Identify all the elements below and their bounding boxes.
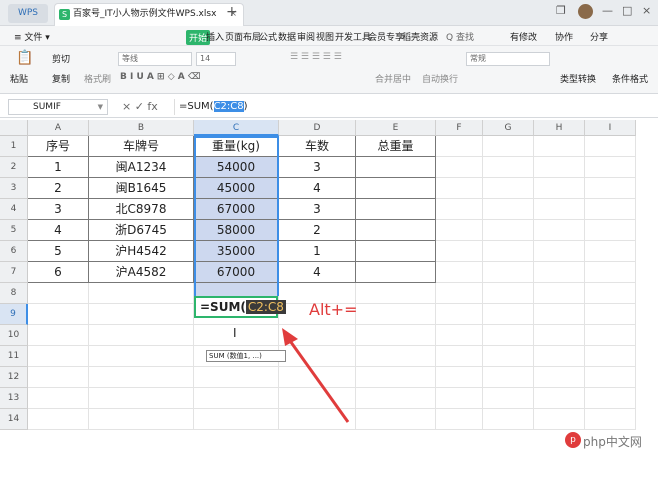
new-tab-button[interactable]: + (226, 4, 238, 20)
align-buttons[interactable]: ☰ ☰ ☰ ☰ ☰ (290, 52, 342, 62)
font-size-select[interactable]: 14 (196, 52, 236, 66)
conditional-format-button[interactable]: 条件格式 (612, 72, 648, 85)
menu-bar: ≡ 文件 ▾ 开始 插入 页面布局 公式 数据 审阅 视图 开发工具 会员专享 … (0, 26, 658, 46)
formula-input[interactable]: =SUM(C2:C8) (174, 99, 654, 115)
minimize-button[interactable]: — (602, 4, 613, 17)
tab-insert[interactable]: 插入 (206, 30, 224, 43)
edited-status[interactable]: 有修改 (510, 30, 537, 43)
restore-icon[interactable]: ❐ (556, 4, 566, 17)
ribbon-toolbar: 📋 粘贴 剪切 复制 格式刷 等线 14 B I U A ⊞ ◇ A ⌫ ☰ ☰… (0, 46, 658, 94)
spreadsheet-icon: S (59, 9, 70, 20)
avatar[interactable] (578, 4, 593, 19)
file-menu[interactable]: ≡ 文件 ▾ (14, 30, 50, 43)
number-format-select[interactable]: 常规 (466, 52, 550, 66)
share-button[interactable]: 分享 (590, 30, 608, 43)
tab-view[interactable]: 视图 (316, 30, 334, 43)
copy-button[interactable]: 复制 (52, 72, 70, 85)
formula-suffix: ) (243, 101, 248, 112)
formula-bar-icons[interactable]: × ✓ fx (122, 100, 158, 113)
name-box-value: SUMIF (33, 102, 61, 112)
title-bar: WPS S 百家号_IT小人物示例文件WPS.xlsx × + ❐ — □ × (0, 0, 658, 26)
wps-home-tab[interactable]: WPS (8, 4, 48, 23)
watermark: php中文网 (583, 435, 642, 449)
spreadsheet-grid[interactable]: A B C D E F G H I 1 2 3 4 5 6 7 8 9 10 11 12 13 14 序号 车牌号 重量(kg) 车… (0, 120, 658, 478)
paste-icon[interactable]: 📋 (16, 50, 33, 66)
paste-button[interactable]: 粘贴 (10, 72, 28, 85)
close-window-button[interactable]: × (642, 4, 651, 17)
formula-range-ref: C2:C8 (213, 101, 244, 112)
tab-formulas[interactable]: 公式 (259, 30, 277, 43)
formula-prefix: =SUM( (179, 101, 214, 112)
format-painter-button[interactable]: 格式刷 (84, 72, 111, 85)
collab-button[interactable]: 协作 (555, 30, 573, 43)
document-tab-label: 百家号_IT小人物示例文件WPS.xlsx (73, 9, 217, 19)
cut-button[interactable]: 剪切 (52, 52, 70, 65)
tab-member[interactable]: 会员专享 (368, 30, 404, 43)
formula-bar: SUMIF ▼ × ✓ fx =SUM(C2:C8) (0, 96, 658, 118)
php-logo-icon: p (565, 432, 581, 448)
tab-docer[interactable]: 稻壳资源 (402, 30, 438, 43)
name-box[interactable]: SUMIF ▼ (8, 99, 108, 115)
merge-button[interactable]: 合并居中 (375, 72, 411, 85)
bold-button[interactable]: B I U A ⊞ ◇ A ⌫ (120, 72, 201, 82)
annotation-arrow (282, 328, 350, 423)
tab-page-layout[interactable]: 页面布局 (225, 30, 261, 43)
tab-developer[interactable]: 开发工具 (335, 30, 371, 43)
wrap-text-button[interactable]: 自动换行 (422, 72, 458, 85)
search-box[interactable]: Q 查找 (446, 30, 474, 43)
type-convert-button[interactable]: 类型转换 (560, 72, 596, 85)
chevron-down-icon[interactable]: ▼ (98, 100, 103, 114)
document-tab[interactable]: S 百家号_IT小人物示例文件WPS.xlsx × (54, 3, 244, 26)
tab-review[interactable]: 审阅 (297, 30, 315, 43)
tab-data[interactable]: 数据 (278, 30, 296, 43)
maximize-button[interactable]: □ (622, 4, 632, 17)
font-select[interactable]: 等线 (118, 52, 192, 66)
